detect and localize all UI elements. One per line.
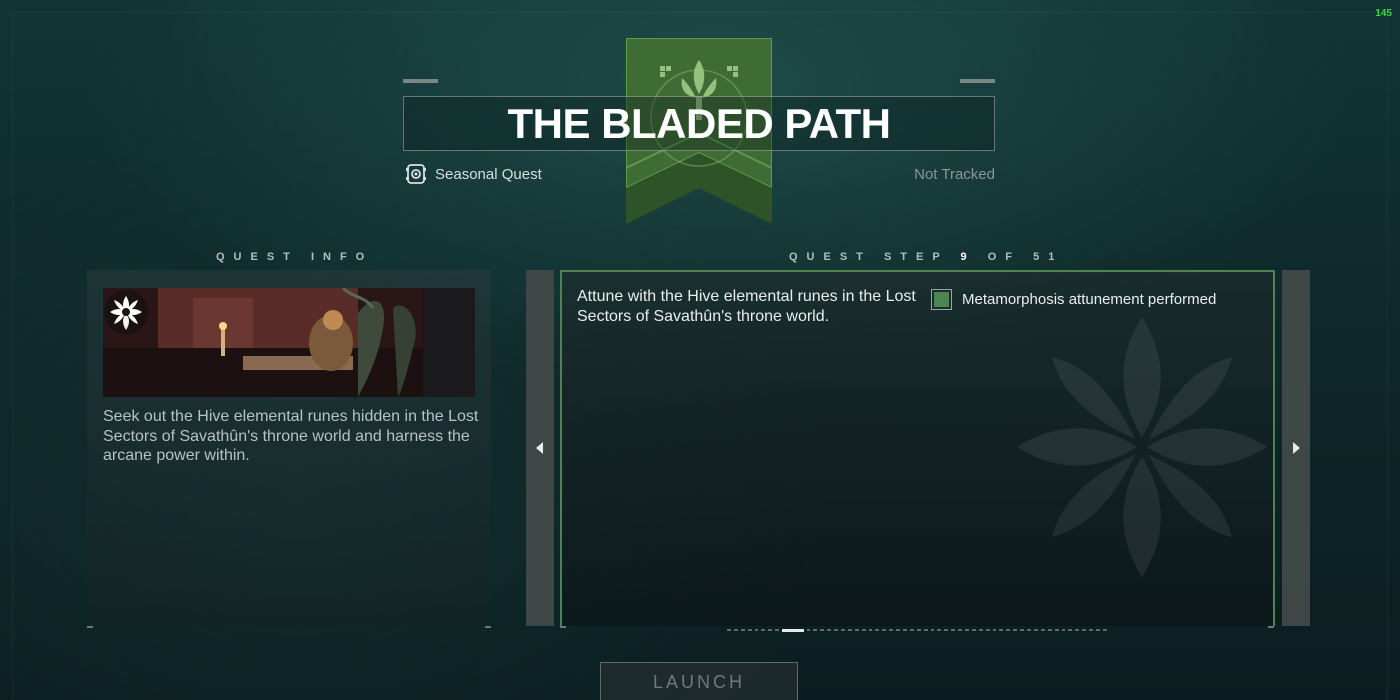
pager-dash (841, 629, 845, 631)
flower-watermark-icon (1017, 317, 1267, 577)
pager-dash (1089, 629, 1093, 631)
pager-dash (740, 629, 745, 631)
objective-checkbox-fill (934, 292, 949, 307)
pager-dash (903, 629, 907, 631)
pager-dash (1006, 629, 1011, 631)
pager-dash (1027, 629, 1031, 631)
quest-step-label: QUEST STEP (789, 251, 949, 263)
quest-title-box: THE BLADED PATH (403, 96, 995, 151)
pager-dash (727, 629, 731, 631)
pager-dash (813, 629, 818, 631)
pager-dash (733, 629, 738, 631)
quest-description: Seek out the Hive elemental runes hidden… (103, 408, 479, 464)
pager-dash (1068, 629, 1073, 631)
title-deco-right (960, 79, 995, 83)
pager-dash-active (782, 628, 804, 632)
pager-dash (909, 629, 914, 631)
objective-checkbox[interactable] (931, 289, 952, 310)
pager-dash (775, 629, 780, 631)
quest-artwork-illustration (103, 288, 475, 397)
pager-dash (965, 629, 969, 631)
info-corner-tick-right (485, 626, 491, 628)
pager-dash (978, 629, 983, 631)
quest-title: THE BLADED PATH (507, 99, 891, 147)
pager-dash (999, 629, 1004, 631)
pager-dash (854, 629, 859, 631)
pager-dash (985, 629, 990, 631)
pager-dash (1054, 629, 1059, 631)
track-status[interactable]: Not Tracked (914, 166, 995, 183)
pager-dash (1033, 629, 1038, 631)
quest-step-total: 51 (1033, 251, 1064, 263)
step-pager (727, 628, 1107, 632)
quest-type-label: Seasonal Quest (435, 165, 542, 183)
pager-dash (827, 629, 832, 631)
pager-dash (971, 629, 976, 631)
pager-dash (1102, 629, 1107, 631)
next-step-button[interactable] (1282, 270, 1310, 626)
left-arrow-icon (536, 442, 543, 454)
quest-info-header: QUEST INFO (216, 251, 374, 263)
seasonal-quest-icon (406, 164, 426, 184)
pager-dash (916, 629, 921, 631)
pager-dash (1095, 629, 1100, 631)
pager-dash (896, 629, 901, 631)
pager-dash (875, 629, 880, 631)
quest-step-panel: Attune with the Hive elemental runes in … (560, 270, 1275, 626)
pager-dash (1047, 629, 1052, 631)
pager-dash (1040, 629, 1045, 631)
pager-dash (992, 629, 997, 631)
quest-step-current: 9 (960, 251, 976, 263)
pager-dash (820, 629, 825, 631)
quest-info-panel: Seek out the Hive elemental runes hidden… (87, 270, 491, 626)
pager-dash (754, 629, 759, 631)
pager-dash (1020, 629, 1025, 631)
title-deco-left (403, 79, 438, 83)
step-description: Attune with the Hive elemental runes in … (577, 288, 916, 325)
pager-dash (747, 629, 752, 631)
pager-dash (882, 629, 887, 631)
objective-label: Metamorphosis attunement performed (962, 291, 1217, 308)
pager-dash (868, 629, 873, 631)
pager-dash (1082, 629, 1087, 631)
quest-type: Seasonal Quest (405, 162, 542, 186)
pager-dash (768, 629, 773, 631)
pager-dash (1075, 629, 1080, 631)
pager-dash (861, 629, 866, 631)
pager-dash (761, 629, 766, 631)
pager-dash (958, 629, 963, 631)
pager-dash (889, 629, 894, 631)
pager-dash (944, 629, 949, 631)
pager-dash (834, 629, 838, 631)
step-corner-tick-left (560, 626, 566, 628)
previous-step-button[interactable] (526, 270, 554, 626)
objective-item[interactable]: Metamorphosis attunement performed (931, 289, 1216, 310)
pager-dash (1013, 629, 1018, 631)
pager-dash (847, 629, 852, 631)
pager-dash (1061, 629, 1066, 631)
pager-dash (930, 629, 935, 631)
pager-dash (937, 629, 942, 631)
fps-counter: 145 (1375, 8, 1392, 19)
info-corner-tick-left (87, 626, 93, 628)
pager-dash (923, 629, 928, 631)
right-arrow-icon (1293, 442, 1300, 454)
quest-artwork (103, 288, 475, 397)
pager-dash (951, 629, 956, 631)
quest-step-header: QUEST STEP 9 OF 51 (789, 251, 1063, 263)
pager-dash (806, 629, 811, 631)
step-corner-tick-right (1268, 626, 1274, 628)
quest-step-of: OF (987, 251, 1022, 263)
launch-button[interactable]: LAUNCH (600, 662, 798, 700)
